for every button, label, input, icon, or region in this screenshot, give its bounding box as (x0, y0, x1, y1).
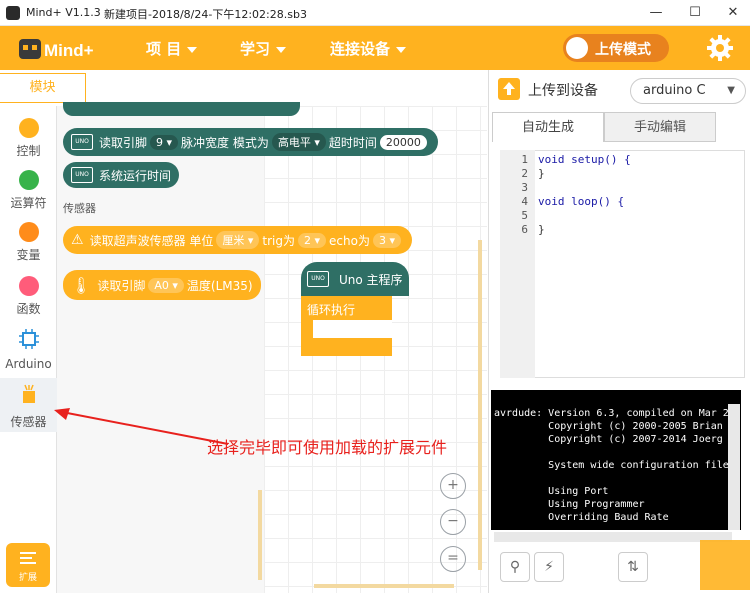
watermark (700, 540, 750, 590)
chip-icon (18, 329, 39, 349)
extension-button[interactable]: 扩展 (6, 543, 50, 587)
app-name: Mind+ V1.1.3 (26, 6, 101, 19)
sensor-icon (22, 384, 35, 403)
sensor-warning-icon: ⚠ (71, 232, 84, 248)
board-select[interactable]: arduino C ▼ (630, 78, 746, 104)
variables-dot-icon (18, 222, 39, 242)
gear-icon[interactable] (706, 34, 734, 62)
loop-slot (313, 320, 392, 338)
title-bar: Mind+ V1.1.3 新建项目-2018/8/24-下午12:02:28.s… (0, 0, 750, 26)
menu-connect-device[interactable]: 连接设备 (330, 38, 407, 59)
mind-plus-logo: Mind+ (18, 36, 102, 62)
upload-mode-toggle[interactable]: 上传模式 (563, 34, 669, 62)
unit-dropdown[interactable]: 厘米 ▾ (216, 231, 260, 249)
flyout-scrollbar[interactable] (258, 490, 262, 580)
serial-monitor-icon[interactable]: ⇅ (618, 552, 648, 582)
functions-dot-icon (18, 276, 39, 296)
line-number: 2 (521, 167, 528, 180)
uno-board-icon: UNO (307, 271, 329, 287)
upload-to-device-button[interactable]: 上传到设备 (528, 80, 598, 100)
section-sensor-heading: 传感器 (63, 202, 96, 215)
chevron-down-icon: ▼ (727, 85, 735, 96)
document-title: 新建项目-2018/8/24-下午12:02:28.sb3 (104, 8, 307, 21)
close-button[interactable]: ✕ (722, 3, 744, 23)
chevron-down-icon (276, 46, 287, 53)
disconnect-icon[interactable]: ⚡ (534, 552, 564, 582)
console-line: Using Port (494, 486, 609, 497)
block-lm35-temperature[interactable]: 🌡 读取引脚 A0 ▾ 温度(LM35) (63, 270, 261, 300)
block-ultrasonic[interactable]: ⚠ 读取超声波传感器 单位 厘米 ▾ trig为 2 ▾ echo为 3 ▾ (63, 226, 413, 254)
tab-modules[interactable]: 模块 (0, 73, 86, 103)
category-arduino[interactable]: Arduino (0, 322, 57, 376)
pin-dropdown[interactable]: 9 ▾ (150, 134, 179, 150)
category-sensors[interactable]: 传感器 (0, 378, 57, 432)
upload-mode-label: 上传模式 (595, 42, 651, 58)
loop-forever-block[interactable]: 循环执行 (301, 296, 392, 356)
block-system-runtime[interactable]: UNO 系统运行时间 (63, 162, 180, 188)
zoom-reset-button[interactable]: = (440, 546, 466, 572)
tab-manual-edit[interactable]: 手动编辑 (604, 112, 716, 142)
category-variables[interactable]: 变量 (0, 222, 57, 263)
zoom-in-button[interactable]: + (440, 473, 466, 499)
console-hscrollbar[interactable] (494, 532, 732, 542)
console-vscrollbar[interactable] (728, 404, 740, 530)
console-line: avrdude: Version 6.3, compiled on Mar 2 (494, 408, 729, 419)
block-pulse-width[interactable]: UNO 读取引脚 9 ▾ 脉冲宽度 模式为 高电平 ▾ 超时时间 20000 (63, 128, 438, 156)
toggle-knob (566, 37, 588, 59)
menu-project[interactable]: 项 目 (146, 38, 198, 59)
analog-pin-dropdown[interactable]: A0 ▾ (148, 277, 184, 293)
control-dot-icon (18, 118, 39, 138)
minimize-button[interactable]: — (645, 3, 667, 23)
category-control[interactable]: 控制 (0, 118, 57, 159)
console-line: Using Programmer (494, 499, 645, 510)
code-line: } (538, 223, 545, 236)
zoom-out-button[interactable]: − (440, 509, 466, 535)
category-functions[interactable]: 函数 (0, 276, 57, 317)
annotation-arrow-icon (54, 408, 229, 445)
usb-icon[interactable]: ⚲ (500, 552, 530, 582)
thermometer-icon: 🌡 (71, 275, 92, 295)
chevron-down-icon (187, 46, 198, 53)
chevron-down-icon (396, 46, 407, 53)
console-line: Copyright (c) 2000-2005 Brian (494, 421, 723, 432)
console-line: Copyright (c) 2007-2014 Joerg (494, 434, 723, 445)
menu-learn[interactable]: 学习 (240, 38, 287, 59)
maximize-button[interactable]: ☐ (684, 3, 706, 23)
tab-auto-generate[interactable]: 自动生成 (492, 112, 604, 142)
uno-board-icon: UNO (71, 167, 93, 183)
category-operators[interactable]: 运算符 (0, 170, 57, 211)
uno-board-icon: UNO (71, 134, 93, 150)
line-number: 1 (521, 153, 528, 166)
code-line: void setup() { (538, 153, 631, 166)
echo-dropdown[interactable]: 3 ▾ (372, 232, 402, 248)
console-line: System wide configuration file (494, 460, 729, 471)
line-number: 3 (521, 181, 528, 194)
app-icon (6, 6, 20, 20)
line-number: 5 (521, 209, 528, 222)
console-line: Overriding Baud Rate (494, 512, 669, 523)
line-number: 4 (521, 195, 528, 208)
workspace-vscrollbar[interactable] (478, 240, 482, 570)
code-line: void loop() { (538, 195, 625, 208)
extension-icon (20, 552, 36, 564)
operators-dot-icon (18, 170, 39, 190)
workspace-hscrollbar[interactable] (314, 584, 454, 588)
timeout-input[interactable]: 20000 (379, 134, 427, 150)
mode-dropdown[interactable]: 高电平 ▾ (271, 133, 326, 151)
code-editor[interactable] (500, 150, 745, 378)
line-number: 6 (521, 223, 528, 236)
upload-arrow-icon[interactable] (498, 78, 520, 100)
block-partial[interactable] (63, 102, 300, 116)
uno-main-program-block[interactable]: UNO Uno 主程序 (301, 262, 409, 296)
logo-text: Mind+ (44, 41, 94, 60)
code-line: } (538, 167, 545, 180)
trig-dropdown[interactable]: 2 ▾ (298, 232, 327, 248)
menu-bar: Mind+ 项 目 学习 连接设备 上传模式 (0, 26, 750, 70)
annotation-text: 选择完毕即可使用加载的扩展元件 (207, 438, 448, 457)
